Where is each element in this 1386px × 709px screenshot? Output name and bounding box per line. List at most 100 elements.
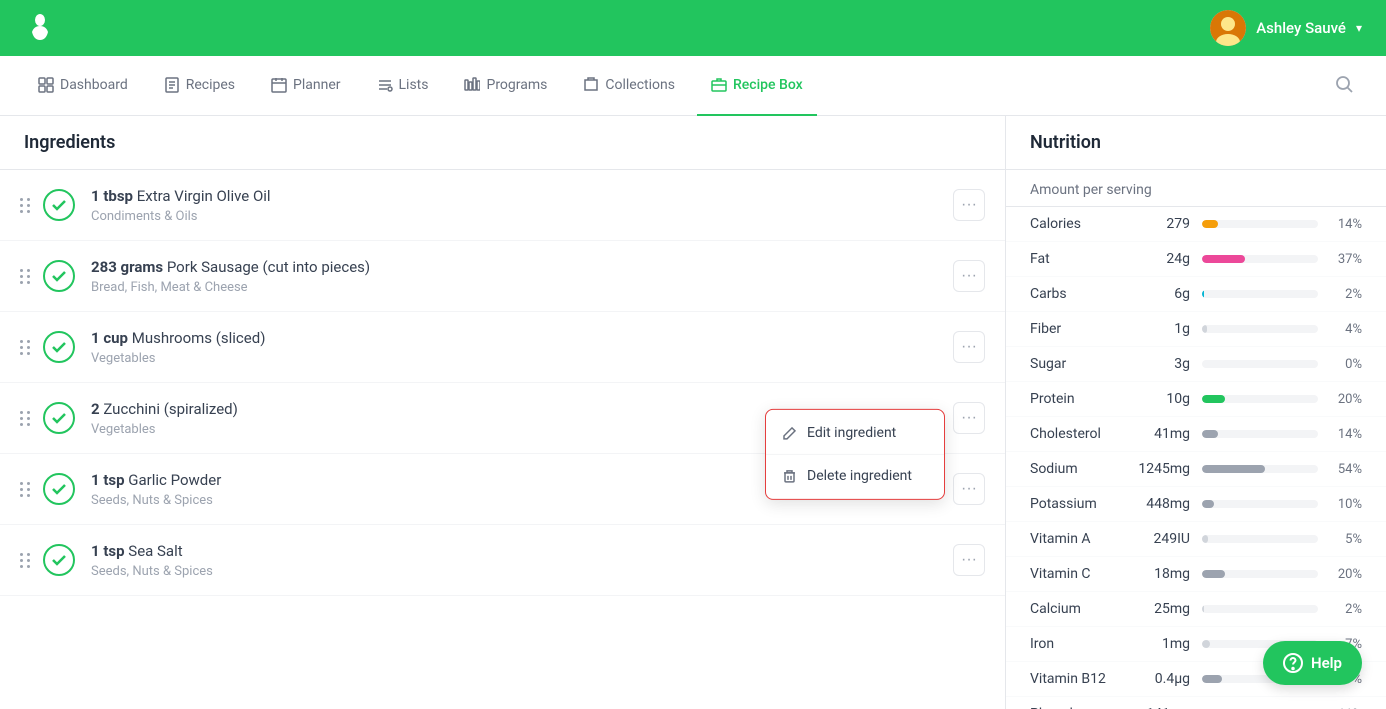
drag-handle[interactable] bbox=[20, 269, 31, 284]
nutrition-pct: 0% bbox=[1326, 357, 1362, 372]
bar-fill bbox=[1202, 395, 1225, 403]
help-button[interactable]: Help bbox=[1263, 641, 1362, 685]
nutrition-value: 10g bbox=[1130, 391, 1190, 407]
nutrition-panel: Nutrition Amount per serving Calories 27… bbox=[1006, 116, 1386, 709]
edit-ingredient-button[interactable]: Edit ingredient bbox=[766, 414, 944, 452]
top-header: Ashley Sauvé ▾ bbox=[0, 0, 1386, 56]
nutrition-row: Calories 279 14% bbox=[1006, 207, 1386, 242]
ingredient-check[interactable] bbox=[43, 189, 75, 221]
bar-track bbox=[1202, 570, 1318, 578]
user-name: Ashley Sauvé bbox=[1256, 19, 1346, 37]
nutrition-row: Vitamin A 249IU 5% bbox=[1006, 522, 1386, 557]
collections-icon bbox=[583, 77, 599, 93]
user-menu[interactable]: Ashley Sauvé ▾ bbox=[1210, 10, 1362, 46]
nav-item-recipe-box[interactable]: Recipe Box bbox=[697, 56, 817, 116]
nutrition-bar-container: 4% bbox=[1202, 322, 1362, 337]
bar-fill bbox=[1202, 535, 1208, 543]
check-icon bbox=[50, 551, 68, 569]
nutrition-value: 24g bbox=[1130, 251, 1190, 267]
bar-track bbox=[1202, 290, 1318, 298]
nutrition-value: 1245mg bbox=[1130, 461, 1190, 477]
nutrition-value: 25mg bbox=[1130, 601, 1190, 617]
nutrition-bar-container: 14% bbox=[1202, 427, 1362, 442]
nav-item-recipes[interactable]: Recipes bbox=[150, 56, 249, 116]
ingredient-check[interactable] bbox=[43, 331, 75, 363]
nav-item-programs[interactable]: Programs bbox=[450, 56, 561, 116]
ingredient-more-button[interactable]: ··· bbox=[953, 544, 985, 576]
nutrition-value: 1g bbox=[1130, 321, 1190, 337]
ingredient-check[interactable] bbox=[43, 473, 75, 505]
search-button[interactable] bbox=[1326, 66, 1362, 106]
ingredient-check[interactable] bbox=[43, 544, 75, 576]
recipe-box-icon bbox=[711, 77, 727, 93]
drag-handle[interactable] bbox=[20, 198, 31, 213]
logo-area[interactable] bbox=[24, 12, 56, 44]
check-icon bbox=[50, 196, 68, 214]
nutrition-row: Potassium 448mg 10% bbox=[1006, 487, 1386, 522]
nav-bar: Dashboard Recipes Planner Lists Programs… bbox=[0, 56, 1386, 116]
avatar bbox=[1210, 10, 1246, 46]
nutrition-name: Fat bbox=[1030, 251, 1130, 267]
avatar-image bbox=[1210, 10, 1246, 46]
bar-track bbox=[1202, 430, 1318, 438]
nav-item-collections[interactable]: Collections bbox=[569, 56, 689, 116]
drag-handle[interactable] bbox=[20, 482, 31, 497]
bar-fill bbox=[1202, 430, 1218, 438]
nutrition-bar-container: 2% bbox=[1202, 287, 1362, 302]
nutrition-name: Sugar bbox=[1030, 356, 1130, 372]
nutrition-value: 3g bbox=[1130, 356, 1190, 372]
bar-track bbox=[1202, 500, 1318, 508]
recipes-icon bbox=[164, 77, 180, 93]
nutrition-pct: 20% bbox=[1326, 392, 1362, 407]
bar-track bbox=[1202, 535, 1318, 543]
context-menu-divider bbox=[766, 454, 944, 455]
ingredient-row: 1 tbsp Extra Virgin Olive Oil Condiments… bbox=[0, 170, 1005, 241]
bar-fill bbox=[1202, 640, 1210, 648]
nutrition-row: Fiber 1g 4% bbox=[1006, 312, 1386, 347]
nutrition-value: 249IU bbox=[1130, 531, 1190, 547]
ingredient-more-button[interactable]: ··· bbox=[953, 331, 985, 363]
ingredient-check[interactable] bbox=[43, 260, 75, 292]
bar-track bbox=[1202, 465, 1318, 473]
ingredient-more-button[interactable]: ··· bbox=[953, 189, 985, 221]
main-content: Ingredients 1 tbsp Extra Virgin Olive Oi… bbox=[0, 116, 1386, 709]
nutrition-pct: 20% bbox=[1326, 567, 1362, 582]
trash-icon bbox=[782, 468, 797, 483]
ingredient-more-button[interactable]: ··· bbox=[953, 402, 985, 434]
bar-fill bbox=[1202, 570, 1225, 578]
nutrition-row: Sodium 1245mg 54% bbox=[1006, 452, 1386, 487]
nutrition-name: Calories bbox=[1030, 216, 1130, 232]
nav-item-dashboard[interactable]: Dashboard bbox=[24, 56, 142, 116]
ingredient-info: 1 tbsp Extra Virgin Olive Oil Condiments… bbox=[91, 186, 953, 224]
ingredient-row-with-menu: 2 Zucchini (spiralized) Vegetables ··· E… bbox=[0, 383, 1005, 454]
edit-icon bbox=[782, 425, 797, 440]
nutrition-value: 6g bbox=[1130, 286, 1190, 302]
nutrition-bar-container: 2% bbox=[1202, 602, 1362, 617]
nutrition-row: Fat 24g 37% bbox=[1006, 242, 1386, 277]
nutrition-pct: 14% bbox=[1326, 217, 1362, 232]
ingredient-more-button[interactable]: ··· bbox=[953, 260, 985, 292]
nutrition-title: Nutrition bbox=[1006, 116, 1386, 170]
nutrition-name: Potassium bbox=[1030, 496, 1130, 512]
bar-fill bbox=[1202, 675, 1222, 683]
nutrition-bar-container: 0% bbox=[1202, 357, 1362, 372]
nav-item-planner[interactable]: Planner bbox=[257, 56, 354, 116]
nutrition-row: Carbs 6g 2% bbox=[1006, 277, 1386, 312]
nutrition-name: Fiber bbox=[1030, 321, 1130, 337]
ingredient-row: 1 cup Mushrooms (sliced) Vegetables ··· bbox=[0, 312, 1005, 383]
bar-track bbox=[1202, 325, 1318, 333]
nutrition-name: Carbs bbox=[1030, 286, 1130, 302]
drag-handle[interactable] bbox=[20, 411, 31, 426]
ingredient-more-button[interactable]: ··· bbox=[953, 473, 985, 505]
nutrition-name: Vitamin B12 bbox=[1030, 671, 1130, 687]
nutrition-row: Protein 10g 20% bbox=[1006, 382, 1386, 417]
drag-handle[interactable] bbox=[20, 340, 31, 355]
dashboard-icon bbox=[38, 77, 54, 93]
ingredient-check[interactable] bbox=[43, 402, 75, 434]
ingredient-info: 283 grams Pork Sausage (cut into pieces)… bbox=[91, 257, 953, 295]
drag-handle[interactable] bbox=[20, 553, 31, 568]
nutrition-value: 41mg bbox=[1130, 426, 1190, 442]
nav-item-lists[interactable]: Lists bbox=[363, 56, 443, 116]
delete-ingredient-button[interactable]: Delete ingredient bbox=[766, 457, 944, 495]
nutrition-pct: 2% bbox=[1326, 287, 1362, 302]
